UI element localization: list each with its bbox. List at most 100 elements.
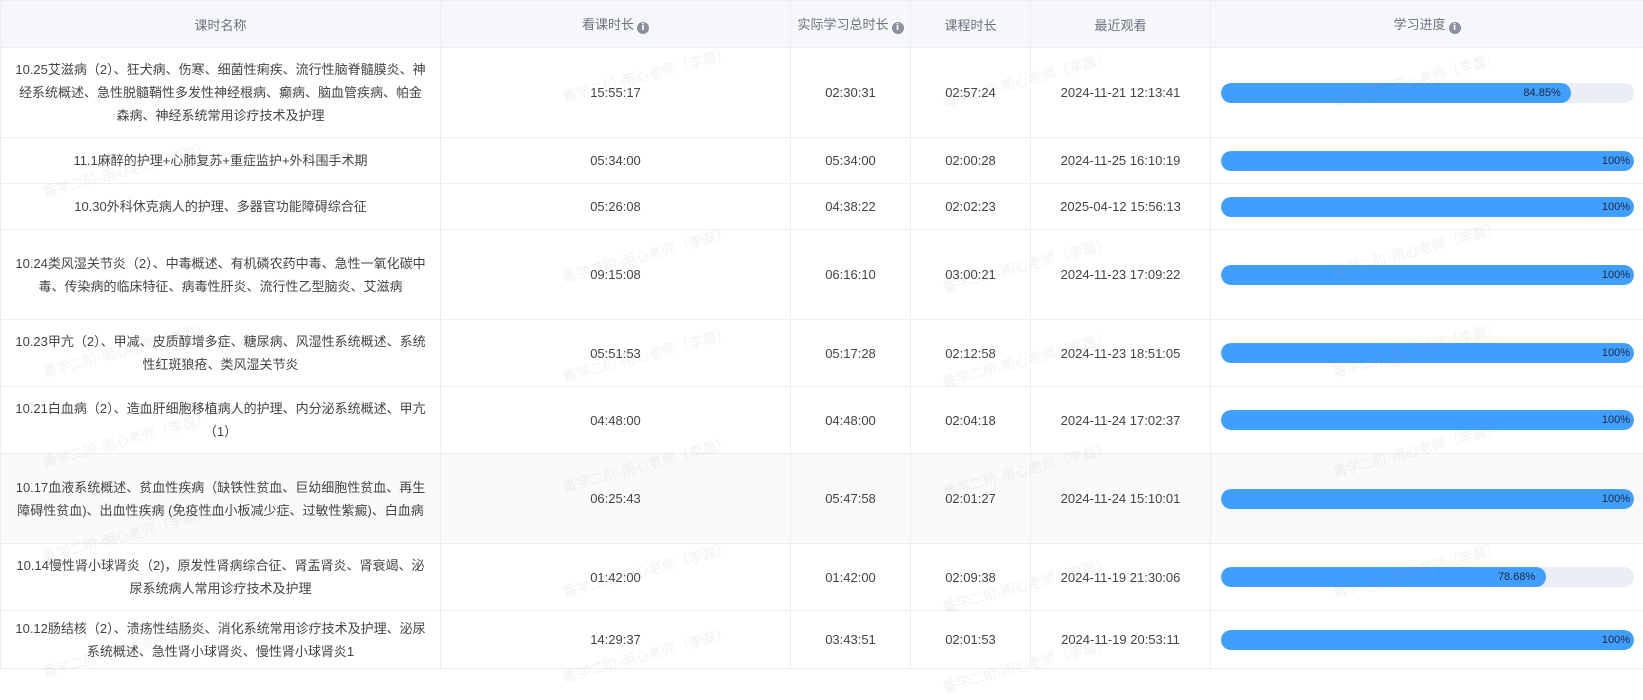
course-progress-table: 课时名称 看课时长 i 实际学习总时长 i 课程时长 最近观看 学习进度 i 10.2…	[0, 0, 1643, 669]
watch-duration-cell: 01:42:00	[440, 543, 791, 611]
progress-bar: 100%	[1221, 150, 1634, 171]
lesson-name-cell: 10.21白血病（2）、造血肝细胞移植病人的护理、内分泌系统概述、甲亢（1）	[0, 386, 441, 454]
progress-cell: 100%	[1210, 229, 1643, 320]
actual-duration-cell: 04:48:00	[790, 386, 911, 454]
table-row: 10.30外科休克病人的护理、多器官功能障碍综合征 05:26:08 04:38:2…	[0, 183, 1643, 230]
progress-bar-fill	[1221, 82, 1572, 103]
info-circle-icon[interactable]: i	[891, 22, 904, 34]
header-actual-duration-label: 实际学习总时长	[797, 17, 889, 32]
progress-bar-fill	[1221, 629, 1634, 650]
course-duration-cell: 03:00:21	[910, 229, 1031, 320]
progress-bar: 100%	[1221, 488, 1634, 509]
table-row: 10.17血液系统概述、贫血性疾病（缺铁性贫血、巨幼细胞性贫血、再生障碍性贫血)…	[0, 453, 1643, 544]
actual-duration-cell: 05:34:00	[790, 137, 911, 184]
lesson-name-cell: 10.17血液系统概述、贫血性疾病（缺铁性贫血、巨幼细胞性贫血、再生障碍性贫血)…	[0, 453, 441, 544]
progress-bar-fill	[1221, 488, 1634, 509]
progress-bar: 100%	[1221, 264, 1634, 285]
recent-watch-cell: 2024-11-24 15:10:01	[1030, 453, 1211, 544]
progress-cell: 100%	[1210, 453, 1643, 544]
actual-duration-cell: 02:30:31	[790, 47, 911, 138]
recent-watch-cell: 2024-11-19 20:53:11	[1030, 610, 1211, 669]
header-actual-duration: 实际学习总时长 i	[790, 0, 911, 48]
progress-bar: 78.68%	[1221, 567, 1634, 587]
actual-duration-cell: 06:16:10	[790, 229, 911, 320]
watch-duration-cell: 14:29:37	[440, 610, 791, 669]
header-lesson-name: 课时名称	[0, 0, 441, 48]
course-duration-cell: 02:01:27	[910, 453, 1031, 544]
progress-percent-text: 100%	[1601, 200, 1630, 213]
recent-watch-cell: 2024-11-21 12:13:41	[1030, 47, 1211, 138]
recent-watch-cell: 2024-11-23 18:51:05	[1030, 319, 1211, 387]
course-duration-cell: 02:02:23	[910, 183, 1031, 230]
table-row: 10.21白血病（2）、造血肝细胞移植病人的护理、内分泌系统概述、甲亢（1） 04…	[0, 386, 1643, 454]
progress-percent-text: 100%	[1601, 347, 1630, 359]
progress-bar-fill	[1221, 410, 1634, 430]
course-progress-table-wrap: 课时名称 看课时长 i 实际学习总时长 i 课程时长 最近观看 学习进度 i 10.2…	[0, 0, 1643, 700]
watch-duration-cell: 04:48:00	[440, 386, 791, 454]
lesson-name-cell: 10.24类风湿关节炎（2）、中毒概述、有机磷农药中毒、急性一氧化碳中毒、传染病…	[0, 229, 441, 320]
watch-duration-cell: 05:26:08	[440, 183, 791, 230]
watch-duration-cell: 09:15:08	[440, 229, 791, 320]
progress-percent-text: 84.85%	[1523, 86, 1561, 99]
course-duration-cell: 02:57:24	[910, 47, 1031, 138]
progress-bar: 100%	[1221, 196, 1634, 217]
progress-cell: 100%	[1210, 319, 1643, 387]
progress-bar: 100%	[1221, 410, 1634, 430]
header-recent-watch-label: 最近观看	[1094, 17, 1147, 33]
table-row: 10.24类风湿关节炎（2）、中毒概述、有机磷农药中毒、急性一氧化碳中毒、传染病…	[0, 229, 1643, 320]
progress-percent-text: 100%	[1601, 633, 1630, 646]
recent-watch-cell: 2024-11-19 21:30:06	[1030, 543, 1211, 611]
recent-watch-cell: 2024-11-24 17:02:37	[1030, 386, 1211, 454]
course-duration-cell: 02:04:18	[910, 386, 1031, 454]
course-duration-cell: 02:00:28	[910, 137, 1031, 184]
progress-bar-fill	[1221, 150, 1634, 171]
recent-watch-cell: 2024-11-25 16:10:19	[1030, 137, 1211, 184]
progress-percent-text: 78.68%	[1497, 571, 1536, 583]
lesson-name-cell: 11.1麻醉的护理+心肺复苏+重症监护+外科围手术期	[0, 137, 441, 184]
course-duration-cell: 02:01:53	[910, 610, 1031, 669]
actual-duration-cell: 05:47:58	[790, 453, 911, 544]
progress-cell: 100%	[1210, 386, 1643, 454]
watch-duration-cell: 15:55:17	[440, 47, 791, 138]
header-progress: 学习进度 i	[1210, 0, 1643, 48]
actual-duration-cell: 05:17:28	[790, 319, 911, 387]
progress-cell: 100%	[1210, 610, 1643, 669]
table-header-row: 课时名称 看课时长 i 实际学习总时长 i 课程时长 最近观看 学习进度 i	[0, 0, 1643, 48]
progress-cell: 100%	[1210, 183, 1643, 230]
progress-percent-text: 100%	[1601, 154, 1630, 167]
header-lesson-name-label: 课时名称	[194, 17, 247, 33]
lesson-name-cell: 10.14慢性肾小球肾炎（2)，原发性肾病综合征、肾盂肾炎、肾衰竭、泌尿系统病人…	[0, 543, 441, 611]
watch-duration-cell: 06:25:43	[440, 453, 791, 544]
table-row: 10.12肠结核（2）、溃疡性结肠炎、消化系统常用诊疗技术及护理、泌尿系统概述、…	[0, 610, 1643, 669]
progress-bar-fill	[1221, 196, 1634, 217]
recent-watch-cell: 2024-11-23 17:09:22	[1030, 229, 1211, 320]
table-row: 10.25艾滋病（2）、狂犬病、伤寒、细菌性痢疾、流行性脑脊髓膜炎、神经系统概述…	[0, 47, 1643, 138]
lesson-name-cell: 10.25艾滋病（2）、狂犬病、伤寒、细菌性痢疾、流行性脑脊髓膜炎、神经系统概述…	[0, 47, 441, 138]
progress-percent-text: 100%	[1601, 492, 1630, 505]
progress-bar: 84.85%	[1221, 82, 1634, 103]
progress-cell: 84.85%	[1210, 47, 1643, 138]
header-progress-label: 学习进度	[1393, 17, 1446, 32]
recent-watch-cell: 2025-04-12 15:56:13	[1030, 183, 1211, 230]
lesson-name-cell: 10.23甲亢（2）、甲减、皮质醇增多症、糖尿病、风湿性系统概述、系统性红斑狼疮…	[0, 319, 441, 387]
lesson-name-cell: 10.12肠结核（2）、溃疡性结肠炎、消化系统常用诊疗技术及护理、泌尿系统概述、…	[0, 610, 441, 669]
course-duration-cell: 02:12:58	[910, 319, 1031, 387]
actual-duration-cell: 04:38:22	[790, 183, 911, 230]
course-duration-cell: 02:09:38	[910, 543, 1031, 611]
header-watch-duration: 看课时长 i	[440, 0, 791, 48]
progress-cell: 100%	[1210, 137, 1643, 184]
progress-bar: 100%	[1221, 629, 1634, 650]
info-circle-icon[interactable]: i	[1448, 22, 1461, 34]
watch-duration-cell: 05:34:00	[440, 137, 791, 184]
header-watch-duration-label: 看课时长	[581, 17, 634, 32]
watch-duration-cell: 05:51:53	[440, 319, 791, 387]
actual-duration-cell: 03:43:51	[790, 610, 911, 669]
header-course-duration-label: 课程时长	[944, 17, 997, 33]
progress-percent-text: 100%	[1601, 414, 1630, 426]
lesson-name-cell: 10.30外科休克病人的护理、多器官功能障碍综合征	[0, 183, 441, 230]
table-body: 10.25艾滋病（2）、狂犬病、伤寒、细菌性痢疾、流行性脑脊髓膜炎、神经系统概述…	[0, 47, 1643, 669]
progress-cell: 78.68%	[1210, 543, 1643, 611]
header-course-duration: 课程时长	[910, 0, 1031, 48]
info-circle-icon[interactable]: i	[637, 22, 649, 34]
actual-duration-cell: 01:42:00	[790, 543, 911, 611]
